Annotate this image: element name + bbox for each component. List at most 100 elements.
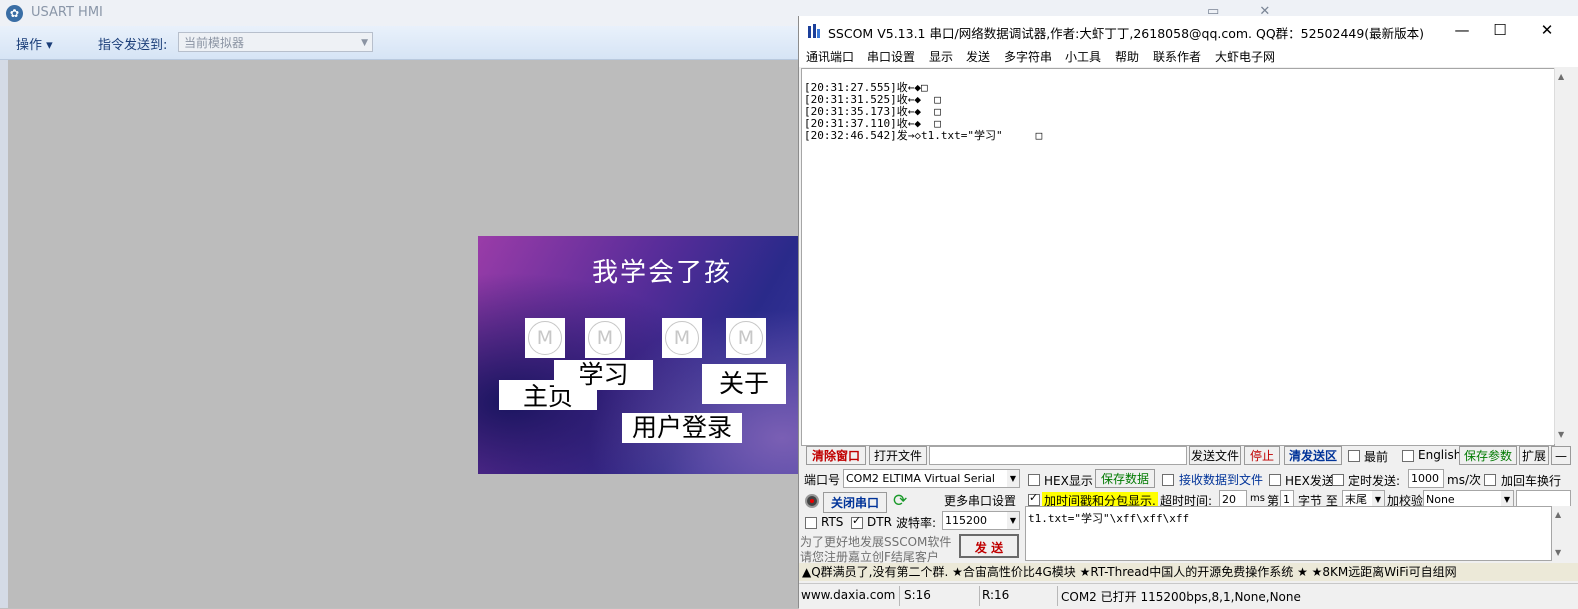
simulator-screen: 我学会了孩 M M M M 主页 学习 关于 用户登录	[478, 236, 798, 474]
receive-scrollbar[interactable]: ▲ ▼	[1554, 68, 1572, 444]
chevron-down-icon: ▼	[361, 38, 368, 48]
dtr-label: DTR	[867, 515, 892, 529]
scroll-down-icon[interactable]: ▼	[1555, 548, 1561, 557]
baud-value: 115200	[945, 514, 987, 527]
sim-about-button[interactable]: 关于	[702, 364, 786, 404]
send-button[interactable]: 发 送	[959, 534, 1019, 558]
port-select-value: COM2 ELTIMA Virtual Serial	[846, 472, 995, 485]
menu-send[interactable]: 发送	[966, 48, 990, 65]
hex-display-label: HEX显示	[1044, 474, 1093, 488]
status-recv-count: R:16	[982, 588, 1010, 602]
refresh-icon[interactable]: ⟳	[893, 492, 907, 511]
hmi-target-select[interactable]: 当前模拟器 ▼	[178, 32, 373, 52]
save-data-button[interactable]: 保存数据	[1095, 469, 1155, 488]
status-sent-count: S:16	[904, 588, 931, 602]
send-scrollbar[interactable]: ▲ ▼	[1552, 506, 1571, 561]
sscom-titlebar: SSCOM V5.13.1 串口/网络数据调试器,作者:大虾丁丁,2618058…	[799, 16, 1578, 46]
chevron-down-icon: ▼	[1007, 512, 1019, 529]
add-crlf-checkbox[interactable]	[1484, 474, 1496, 486]
baud-label: 波特率:	[896, 516, 937, 530]
status-port-state: COM2 已打开 115200bps,8,1,None,None	[1061, 590, 1301, 604]
recv-to-file-label: 接收数据到文件	[1179, 473, 1264, 487]
byte-end-value: 末尾	[1345, 493, 1367, 506]
menu-daxia-site[interactable]: 大虾电子网	[1215, 48, 1275, 65]
rx-line: [20:32:46.542]发→◇t1.txt="学习" □	[804, 129, 1043, 142]
save-params-button[interactable]: 保存参数	[1459, 446, 1517, 465]
open-file-button[interactable]: 打开文件	[869, 446, 927, 465]
hmi-logo-icon: ✿	[6, 5, 23, 22]
scroll-down-icon[interactable]: ▼	[1558, 430, 1564, 439]
rts-label: RTS	[821, 515, 844, 529]
english-label: English	[1418, 448, 1462, 462]
hex-display-checkbox[interactable]	[1028, 474, 1040, 486]
topmost-label: 最前	[1364, 450, 1389, 464]
scroll-up-icon[interactable]: ▲	[1558, 72, 1564, 81]
timed-send-checkbox[interactable]	[1332, 474, 1344, 486]
interval-unit: ms/次	[1447, 473, 1481, 487]
english-checkbox[interactable]	[1402, 450, 1414, 462]
timed-send-label: 定时发送:	[1348, 474, 1401, 488]
baud-select[interactable]: 115200 ▼	[942, 511, 1020, 530]
status-website[interactable]: www.daxia.com	[801, 588, 895, 602]
recv-to-file-checkbox[interactable]	[1162, 474, 1174, 486]
sim-m-icon[interactable]: M	[662, 318, 702, 358]
receive-area[interactable]: [20:31:27.555]收←◆□ [20:31:31.525]收←◆ □ […	[801, 68, 1555, 446]
scroll-up-icon[interactable]: ▲	[1555, 510, 1561, 519]
port-status-indicator-icon	[805, 494, 819, 508]
menu-comm-port[interactable]: 通讯端口	[806, 48, 854, 65]
status-separator	[899, 586, 900, 606]
expand-button[interactable]: 扩展	[1519, 446, 1549, 465]
sim-study-button[interactable]: 学习	[554, 360, 653, 390]
hmi-send-to-label: 指令发送到:	[98, 38, 168, 53]
menu-display[interactable]: 显示	[929, 48, 953, 65]
send-input[interactable]: t1.txt="学习"\xff\xff\xff	[1025, 506, 1552, 561]
hmi-window-title: USART HMI	[31, 5, 103, 20]
status-separator	[979, 586, 980, 606]
add-crlf-label: 加回车换行	[1501, 474, 1562, 488]
hex-send-label: HEX发送	[1285, 474, 1334, 488]
hmi-target-value: 当前模拟器	[184, 36, 245, 50]
close-port-button[interactable]: 关闭串口	[823, 492, 887, 513]
timeout-unit: ms	[1250, 493, 1265, 504]
clear-send-area-button[interactable]: 清发送区	[1284, 446, 1342, 465]
sim-m-icon[interactable]: M	[726, 318, 766, 358]
rts-checkbox[interactable]	[805, 517, 817, 529]
close-icon[interactable]: ✕	[1532, 21, 1562, 39]
file-path-input[interactable]	[929, 446, 1187, 465]
topmost-checkbox[interactable]	[1348, 450, 1360, 462]
menu-multi-string[interactable]: 多字符串	[1004, 48, 1052, 65]
status-separator	[1057, 586, 1058, 606]
menubar: 通讯端口 串口设置 显示 发送 多字符串 小工具 帮助 联系作者 大虾电子网	[799, 46, 1578, 67]
stop-button[interactable]: 停止	[1244, 446, 1280, 465]
sscom-window: SSCOM V5.13.1 串口/网络数据调试器,作者:大虾丁丁,2618058…	[798, 16, 1578, 609]
menu-port-settings[interactable]: 串口设置	[867, 48, 915, 65]
hex-send-checkbox[interactable]	[1269, 474, 1281, 486]
menu-help[interactable]: 帮助	[1115, 48, 1139, 65]
dtr-checkbox[interactable]	[851, 514, 863, 529]
more-port-settings-button[interactable]: 更多串口设置	[941, 492, 1019, 511]
send-file-button[interactable]: 发送文件	[1189, 446, 1241, 465]
clear-window-button[interactable]: 清除窗口	[806, 446, 866, 465]
sim-m-icon[interactable]: M	[585, 318, 625, 358]
hmi-operations-menu[interactable]: 操作 ▾	[16, 34, 53, 53]
sim-login-button[interactable]: 用户登录	[622, 413, 742, 443]
status-bar: www.daxia.com S:16 R:16 COM2 已打开 115200b…	[799, 583, 1578, 609]
port-select[interactable]: COM2 ELTIMA Virtual Serial ▼	[843, 469, 1020, 488]
window-title: SSCOM V5.13.1 串口/网络数据调试器,作者:大虾丁丁,2618058…	[828, 26, 1425, 41]
app-icon	[808, 24, 820, 38]
minimize-icon[interactable]: —	[1447, 21, 1477, 39]
chevron-down-icon: ▼	[1007, 470, 1019, 487]
sim-m-icon[interactable]: M	[525, 318, 565, 358]
collapse-button[interactable]: —	[1551, 446, 1571, 465]
port-label: 端口号	[804, 473, 841, 487]
timestamp-checkbox[interactable]	[1028, 491, 1040, 506]
checksum-value: None	[1426, 493, 1455, 506]
send-input-text: t1.txt="学习"\xff\xff\xff	[1028, 512, 1190, 525]
sim-page-title: 我学会了孩	[592, 258, 733, 288]
menu-contact-author[interactable]: 联系作者	[1153, 48, 1201, 65]
ad-ticker[interactable]: ▲Q群满员了,没有第二个群. ★合宙高性价比4G模块 ★RT-Thread中国人…	[799, 563, 1578, 581]
hmi-left-panel	[0, 60, 8, 608]
interval-input[interactable]: 1000	[1408, 469, 1444, 488]
menu-tools[interactable]: 小工具	[1065, 48, 1101, 65]
maximize-icon[interactable]: ☐	[1485, 21, 1515, 39]
